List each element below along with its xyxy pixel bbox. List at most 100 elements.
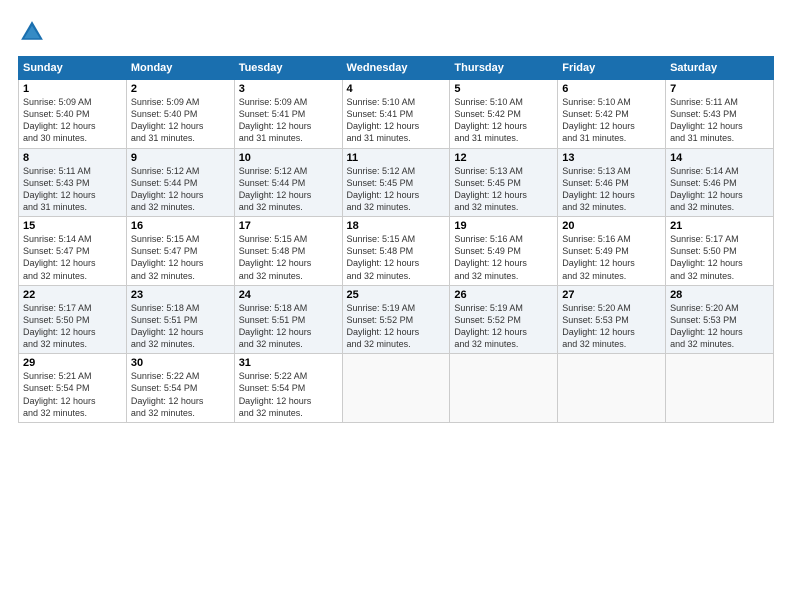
day-info: Sunrise: 5:22 AM Sunset: 5:54 PM Dayligh… bbox=[239, 370, 338, 419]
day-info: Sunrise: 5:15 AM Sunset: 5:48 PM Dayligh… bbox=[347, 233, 446, 282]
day-number: 18 bbox=[347, 220, 446, 232]
logo bbox=[18, 18, 50, 46]
day-info: Sunrise: 5:21 AM Sunset: 5:54 PM Dayligh… bbox=[23, 370, 122, 419]
day-info: Sunrise: 5:18 AM Sunset: 5:51 PM Dayligh… bbox=[131, 302, 230, 351]
day-info: Sunrise: 5:22 AM Sunset: 5:54 PM Dayligh… bbox=[131, 370, 230, 419]
column-header-monday: Monday bbox=[126, 57, 234, 80]
day-info: Sunrise: 5:20 AM Sunset: 5:53 PM Dayligh… bbox=[670, 302, 769, 351]
day-info: Sunrise: 5:16 AM Sunset: 5:49 PM Dayligh… bbox=[562, 233, 661, 282]
day-info: Sunrise: 5:12 AM Sunset: 5:44 PM Dayligh… bbox=[239, 165, 338, 214]
logo-icon bbox=[18, 18, 46, 46]
day-cell: 10Sunrise: 5:12 AM Sunset: 5:44 PM Dayli… bbox=[234, 148, 342, 217]
day-cell: 29Sunrise: 5:21 AM Sunset: 5:54 PM Dayli… bbox=[19, 354, 127, 423]
day-cell: 2Sunrise: 5:09 AM Sunset: 5:40 PM Daylig… bbox=[126, 80, 234, 149]
day-info: Sunrise: 5:12 AM Sunset: 5:44 PM Dayligh… bbox=[131, 165, 230, 214]
day-number: 8 bbox=[23, 152, 122, 164]
day-info: Sunrise: 5:14 AM Sunset: 5:46 PM Dayligh… bbox=[670, 165, 769, 214]
day-cell: 26Sunrise: 5:19 AM Sunset: 5:52 PM Dayli… bbox=[450, 285, 558, 354]
day-cell: 18Sunrise: 5:15 AM Sunset: 5:48 PM Dayli… bbox=[342, 217, 450, 286]
day-cell: 22Sunrise: 5:17 AM Sunset: 5:50 PM Dayli… bbox=[19, 285, 127, 354]
day-info: Sunrise: 5:13 AM Sunset: 5:45 PM Dayligh… bbox=[454, 165, 553, 214]
day-number: 4 bbox=[347, 83, 446, 95]
column-header-wednesday: Wednesday bbox=[342, 57, 450, 80]
day-number: 12 bbox=[454, 152, 553, 164]
day-cell: 16Sunrise: 5:15 AM Sunset: 5:47 PM Dayli… bbox=[126, 217, 234, 286]
day-cell: 17Sunrise: 5:15 AM Sunset: 5:48 PM Dayli… bbox=[234, 217, 342, 286]
day-number: 21 bbox=[670, 220, 769, 232]
day-number: 25 bbox=[347, 289, 446, 301]
day-number: 10 bbox=[239, 152, 338, 164]
column-header-tuesday: Tuesday bbox=[234, 57, 342, 80]
day-number: 29 bbox=[23, 357, 122, 369]
day-info: Sunrise: 5:19 AM Sunset: 5:52 PM Dayligh… bbox=[454, 302, 553, 351]
day-number: 9 bbox=[131, 152, 230, 164]
day-cell: 23Sunrise: 5:18 AM Sunset: 5:51 PM Dayli… bbox=[126, 285, 234, 354]
day-info: Sunrise: 5:15 AM Sunset: 5:48 PM Dayligh… bbox=[239, 233, 338, 282]
day-number: 22 bbox=[23, 289, 122, 301]
day-cell bbox=[558, 354, 666, 423]
calendar-table: SundayMondayTuesdayWednesdayThursdayFrid… bbox=[18, 56, 774, 423]
calendar-header: SundayMondayTuesdayWednesdayThursdayFrid… bbox=[19, 57, 774, 80]
day-info: Sunrise: 5:09 AM Sunset: 5:40 PM Dayligh… bbox=[131, 96, 230, 145]
day-cell bbox=[450, 354, 558, 423]
day-number: 27 bbox=[562, 289, 661, 301]
day-info: Sunrise: 5:10 AM Sunset: 5:42 PM Dayligh… bbox=[454, 96, 553, 145]
page: SundayMondayTuesdayWednesdayThursdayFrid… bbox=[0, 0, 792, 612]
day-number: 5 bbox=[454, 83, 553, 95]
header-row: SundayMondayTuesdayWednesdayThursdayFrid… bbox=[19, 57, 774, 80]
day-number: 31 bbox=[239, 357, 338, 369]
column-header-thursday: Thursday bbox=[450, 57, 558, 80]
week-row-4: 22Sunrise: 5:17 AM Sunset: 5:50 PM Dayli… bbox=[19, 285, 774, 354]
week-row-1: 1Sunrise: 5:09 AM Sunset: 5:40 PM Daylig… bbox=[19, 80, 774, 149]
day-cell: 28Sunrise: 5:20 AM Sunset: 5:53 PM Dayli… bbox=[666, 285, 774, 354]
day-info: Sunrise: 5:10 AM Sunset: 5:41 PM Dayligh… bbox=[347, 96, 446, 145]
day-info: Sunrise: 5:13 AM Sunset: 5:46 PM Dayligh… bbox=[562, 165, 661, 214]
day-cell: 12Sunrise: 5:13 AM Sunset: 5:45 PM Dayli… bbox=[450, 148, 558, 217]
day-cell: 3Sunrise: 5:09 AM Sunset: 5:41 PM Daylig… bbox=[234, 80, 342, 149]
week-row-2: 8Sunrise: 5:11 AM Sunset: 5:43 PM Daylig… bbox=[19, 148, 774, 217]
day-cell: 24Sunrise: 5:18 AM Sunset: 5:51 PM Dayli… bbox=[234, 285, 342, 354]
day-cell: 30Sunrise: 5:22 AM Sunset: 5:54 PM Dayli… bbox=[126, 354, 234, 423]
day-number: 16 bbox=[131, 220, 230, 232]
day-cell: 21Sunrise: 5:17 AM Sunset: 5:50 PM Dayli… bbox=[666, 217, 774, 286]
week-row-5: 29Sunrise: 5:21 AM Sunset: 5:54 PM Dayli… bbox=[19, 354, 774, 423]
week-row-3: 15Sunrise: 5:14 AM Sunset: 5:47 PM Dayli… bbox=[19, 217, 774, 286]
day-cell bbox=[342, 354, 450, 423]
day-cell: 4Sunrise: 5:10 AM Sunset: 5:41 PM Daylig… bbox=[342, 80, 450, 149]
day-cell: 8Sunrise: 5:11 AM Sunset: 5:43 PM Daylig… bbox=[19, 148, 127, 217]
day-number: 28 bbox=[670, 289, 769, 301]
day-info: Sunrise: 5:11 AM Sunset: 5:43 PM Dayligh… bbox=[670, 96, 769, 145]
day-cell: 13Sunrise: 5:13 AM Sunset: 5:46 PM Dayli… bbox=[558, 148, 666, 217]
day-number: 1 bbox=[23, 83, 122, 95]
day-number: 24 bbox=[239, 289, 338, 301]
day-info: Sunrise: 5:09 AM Sunset: 5:40 PM Dayligh… bbox=[23, 96, 122, 145]
day-number: 7 bbox=[670, 83, 769, 95]
day-number: 13 bbox=[562, 152, 661, 164]
day-cell: 20Sunrise: 5:16 AM Sunset: 5:49 PM Dayli… bbox=[558, 217, 666, 286]
column-header-saturday: Saturday bbox=[666, 57, 774, 80]
day-number: 30 bbox=[131, 357, 230, 369]
day-cell: 19Sunrise: 5:16 AM Sunset: 5:49 PM Dayli… bbox=[450, 217, 558, 286]
day-number: 2 bbox=[131, 83, 230, 95]
day-cell: 14Sunrise: 5:14 AM Sunset: 5:46 PM Dayli… bbox=[666, 148, 774, 217]
header bbox=[18, 18, 774, 46]
day-info: Sunrise: 5:18 AM Sunset: 5:51 PM Dayligh… bbox=[239, 302, 338, 351]
day-cell: 27Sunrise: 5:20 AM Sunset: 5:53 PM Dayli… bbox=[558, 285, 666, 354]
day-cell: 5Sunrise: 5:10 AM Sunset: 5:42 PM Daylig… bbox=[450, 80, 558, 149]
day-number: 19 bbox=[454, 220, 553, 232]
column-header-sunday: Sunday bbox=[19, 57, 127, 80]
day-info: Sunrise: 5:11 AM Sunset: 5:43 PM Dayligh… bbox=[23, 165, 122, 214]
calendar-body: 1Sunrise: 5:09 AM Sunset: 5:40 PM Daylig… bbox=[19, 80, 774, 423]
day-number: 15 bbox=[23, 220, 122, 232]
day-cell: 9Sunrise: 5:12 AM Sunset: 5:44 PM Daylig… bbox=[126, 148, 234, 217]
day-number: 17 bbox=[239, 220, 338, 232]
day-info: Sunrise: 5:15 AM Sunset: 5:47 PM Dayligh… bbox=[131, 233, 230, 282]
day-info: Sunrise: 5:16 AM Sunset: 5:49 PM Dayligh… bbox=[454, 233, 553, 282]
day-number: 11 bbox=[347, 152, 446, 164]
day-cell: 15Sunrise: 5:14 AM Sunset: 5:47 PM Dayli… bbox=[19, 217, 127, 286]
day-info: Sunrise: 5:17 AM Sunset: 5:50 PM Dayligh… bbox=[670, 233, 769, 282]
day-cell: 25Sunrise: 5:19 AM Sunset: 5:52 PM Dayli… bbox=[342, 285, 450, 354]
day-number: 23 bbox=[131, 289, 230, 301]
day-cell bbox=[666, 354, 774, 423]
day-number: 3 bbox=[239, 83, 338, 95]
